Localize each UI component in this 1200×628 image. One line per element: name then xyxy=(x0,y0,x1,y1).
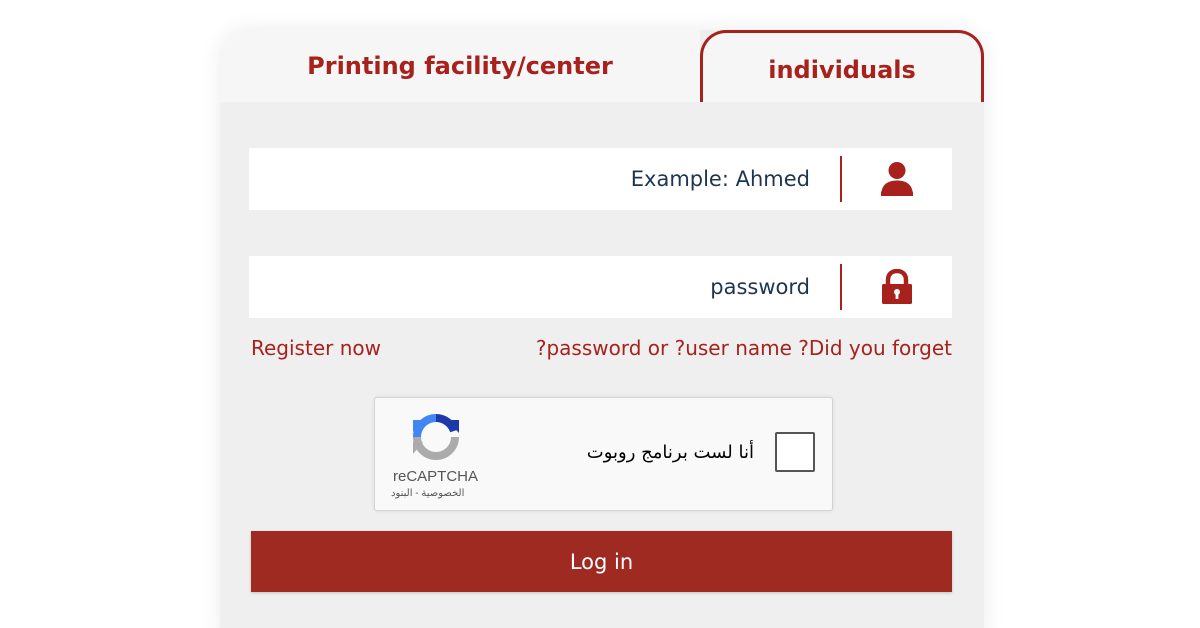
tab-individuals-label: individuals xyxy=(768,55,916,84)
recaptcha-widget: reCAPTCHA الخصوصية - البنود أنا لست برنا… xyxy=(374,397,833,511)
register-link[interactable]: Register now xyxy=(251,336,381,360)
recaptcha-icon xyxy=(411,412,461,462)
recaptcha-terms-link[interactable]: الخصوصية - البنود xyxy=(391,488,464,499)
recaptcha-brand: reCAPTCHA xyxy=(393,468,479,485)
forgot-credentials-link[interactable]: ?password or ?user name ?Did you forget xyxy=(536,336,952,360)
tab-individuals[interactable]: individuals xyxy=(700,30,984,102)
login-button-label: Log in xyxy=(569,549,634,574)
tab-printing-facility[interactable]: Printing facility/center xyxy=(220,30,700,102)
recaptcha-checkbox[interactable] xyxy=(775,432,815,472)
password-input[interactable] xyxy=(249,255,840,319)
login-button[interactable]: Log in xyxy=(251,531,952,592)
user-icon xyxy=(842,148,952,210)
username-field xyxy=(249,147,952,211)
tab-printing-facility-label: Printing facility/center xyxy=(307,52,613,80)
login-page: Printing facility/center individuals Exa… xyxy=(0,0,1200,628)
recaptcha-label: أنا لست برنامج روبوت xyxy=(586,442,754,463)
password-field xyxy=(249,255,952,319)
username-input[interactable] xyxy=(249,147,840,211)
lock-icon xyxy=(842,256,952,318)
